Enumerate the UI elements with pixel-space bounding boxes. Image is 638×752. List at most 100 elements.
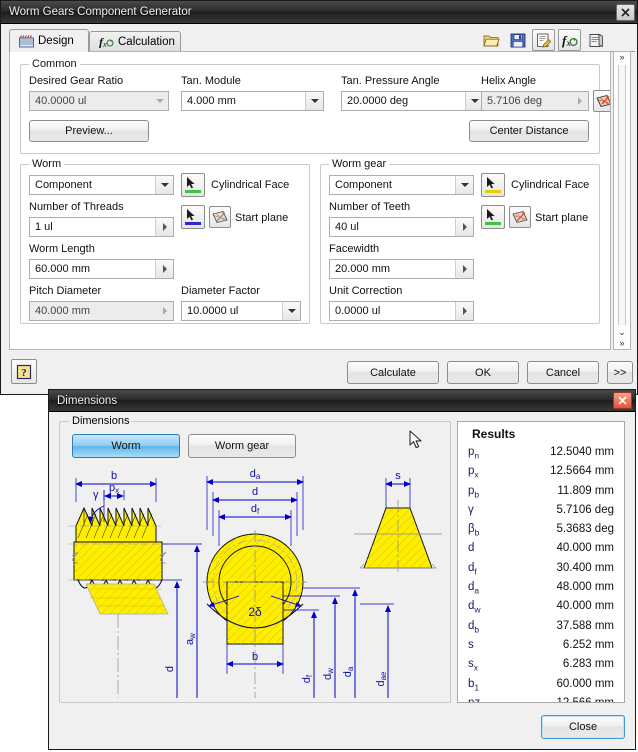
open-file-icon-button[interactable] — [480, 29, 503, 51]
worm-gear-component-value: Component — [335, 179, 392, 191]
diameter-factor-input[interactable]: 10.0000 ul — [181, 301, 301, 321]
preview-button[interactable]: Preview... — [29, 120, 149, 142]
worm-gear-component-select[interactable]: Component — [329, 175, 474, 195]
worm-gear-dimension-diagram: b γ px aw d 2δ da d df b df dw da s dae — [64, 464, 446, 698]
panel-splitter[interactable]: » ⌄ » — [613, 51, 631, 350]
dimensions-group: Dimensions Worm Worm gear b γ px aw d 2δ… — [59, 415, 451, 703]
results-value: 6.283 mm — [562, 658, 614, 671]
tab-design[interactable]: Design — [9, 29, 89, 52]
helix-angle-input[interactable]: 5.7106 deg — [481, 91, 589, 111]
results-list: pn 12.5040 mm px 12.5664 mm pb 11.809 mm γ 5.71… — [458, 446, 624, 702]
properties-page-icon — [536, 33, 551, 47]
splitter-grip[interactable] — [618, 65, 626, 325]
chevron-right-icon[interactable] — [455, 260, 473, 278]
dimensions-body: Dimensions Worm Worm gear b γ px aw d 2δ… — [51, 413, 633, 747]
worm-start-plane-icon-button[interactable] — [209, 206, 231, 228]
results-symbol-subscript: b — [474, 623, 480, 634]
dim-label-da-vert: da — [342, 666, 355, 677]
fx-icon: f x — [562, 33, 578, 48]
dimensions-close-action-button[interactable]: Close — [541, 715, 625, 739]
results-symbol: pn — [468, 446, 480, 461]
dimensions-close-button[interactable] — [613, 392, 632, 409]
label-worm-length: Worm Length — [29, 243, 95, 255]
save-file-icon-button[interactable] — [506, 29, 529, 51]
tooth-profile-drawing: s dae — [354, 470, 442, 698]
worm-cylindrical-face-pick-button[interactable] — [181, 173, 205, 197]
desired-gear-ratio-input[interactable]: 40.0000 ul — [29, 91, 169, 111]
chevron-right-icon[interactable] — [155, 260, 173, 278]
design-content-panel: Common Desired Gear Ratio 40.0000 ul Tan… — [9, 51, 611, 350]
chevron-down-icon[interactable] — [282, 302, 300, 320]
dim-label-df-top: df — [251, 503, 260, 516]
worm-start-plane-label: Start plane — [235, 212, 289, 224]
center-distance-button[interactable]: Center Distance — [469, 120, 589, 142]
pitch-diameter-input[interactable]: 40.000 mm — [29, 301, 174, 321]
results-value: 12.5664 mm — [550, 465, 614, 478]
tan-pressure-angle-input[interactable]: 20.0000 deg — [341, 91, 484, 111]
chevron-right-icon[interactable] — [455, 302, 473, 320]
chevron-right-icon[interactable] — [571, 92, 588, 110]
properties-icon-button[interactable] — [532, 29, 555, 51]
calculate-button-label: Calculate — [370, 366, 416, 379]
results-symbol-subscript: b — [474, 527, 480, 538]
help-button[interactable]: ? — [11, 359, 37, 384]
chevron-right-icon[interactable] — [156, 302, 173, 320]
chevron-right-icon[interactable] — [155, 218, 173, 236]
results-symbol-subscript: f — [474, 566, 477, 577]
toggle-worm-button[interactable]: Worm — [72, 434, 180, 458]
number-of-teeth-input[interactable]: 40 ul — [329, 217, 474, 237]
chevron-down-icon[interactable] — [155, 176, 173, 194]
worm-start-plane-pick-button[interactable] — [181, 205, 205, 229]
chevron-down-icon[interactable] — [151, 92, 168, 110]
unit-correction-input[interactable]: 0.0000 ul — [329, 301, 474, 321]
expand-button-label: >> — [613, 366, 627, 379]
number-of-threads-input[interactable]: 1 ul — [29, 217, 174, 237]
common-group-legend: Common — [29, 58, 80, 70]
preview-button-label: Preview... — [65, 125, 113, 137]
ok-button[interactable]: OK — [447, 361, 519, 384]
cancel-button[interactable]: Cancel — [527, 361, 599, 384]
dim-label-dae: dae — [375, 671, 388, 687]
results-symbol: sx — [468, 658, 478, 673]
splitter-chevron-top[interactable]: » — [619, 52, 624, 63]
pitch-diameter-value: 40.000 mm — [35, 305, 91, 317]
splitter-chevron-bottom[interactable]: » — [619, 338, 624, 349]
worm-gear-cylindrical-face-pick-button[interactable] — [481, 173, 505, 197]
helix-angle-value: 5.7106 deg — [487, 95, 543, 107]
fx-calculator-icon-button[interactable]: f x — [558, 29, 581, 51]
chevron-down-icon[interactable] — [455, 176, 473, 194]
toolbar: f x — [480, 29, 607, 51]
cursor-pick-icon — [187, 177, 195, 189]
window-close-button[interactable] — [616, 3, 635, 21]
worm-gear-group-legend: Worm gear — [329, 158, 390, 170]
chevron-right-icon[interactable] — [455, 218, 473, 236]
results-row: βb 5.3683 deg — [458, 523, 624, 542]
label-tan-pressure-angle: Tan. Pressure Angle — [341, 75, 440, 87]
fx-icon: f x — [99, 35, 114, 49]
label-pitch-diameter: Pitch Diameter — [29, 285, 102, 297]
worm-component-select[interactable]: Component — [29, 175, 174, 195]
notes-icon-button[interactable] — [584, 29, 607, 51]
tan-module-input[interactable]: 4.000 mm — [181, 91, 324, 111]
worm-gear-start-plane-pick-button[interactable] — [481, 205, 505, 229]
worm-length-input[interactable]: 60.000 mm — [29, 259, 174, 279]
worm-gear-start-plane-icon-button[interactable] — [509, 206, 531, 228]
results-symbol-subscript: 1 — [474, 681, 480, 692]
toggle-worm-gear-button[interactable]: Worm gear — [188, 434, 296, 458]
common-group: Common Desired Gear Ratio 40.0000 ul Tan… — [20, 58, 610, 154]
expand-button[interactable]: >> — [607, 361, 633, 384]
calculate-button[interactable]: Calculate — [347, 361, 439, 384]
dim-label-b: b — [111, 470, 117, 482]
helix-plane-select-button[interactable] — [593, 90, 610, 112]
results-value: 30.400 mm — [556, 561, 614, 574]
main-window-body: f x Design f x Calculation » ⌄ » Common … — [3, 25, 635, 392]
tab-calculation[interactable]: f x Calculation — [89, 31, 181, 51]
cursor-pick-icon — [487, 177, 495, 189]
results-symbol: px — [468, 465, 479, 480]
splitter-chevron-down[interactable]: ⌄ — [618, 327, 626, 338]
dimensions-group-legend: Dimensions — [69, 415, 133, 427]
results-row: b1 60.000 mm — [458, 678, 624, 697]
chevron-down-icon[interactable] — [305, 92, 323, 110]
results-symbol: d — [468, 542, 475, 555]
facewidth-input[interactable]: 20.000 mm — [329, 259, 474, 279]
